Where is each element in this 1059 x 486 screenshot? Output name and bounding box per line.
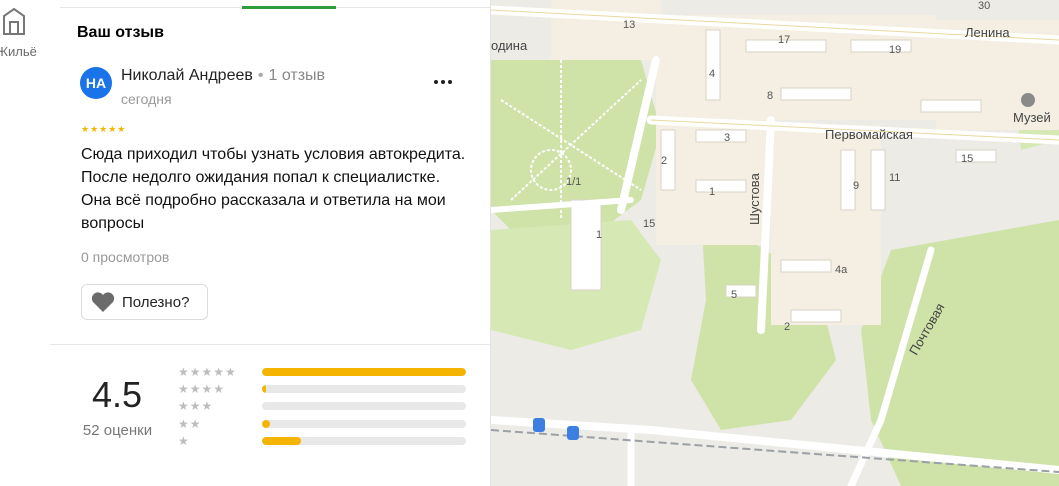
rating-row-1: ★ [178,434,466,448]
building-number: 15 [643,218,656,230]
building-number: 1 [709,186,716,198]
row-stars: ★★★★★ [178,365,237,379]
building [780,87,852,101]
street-label: Шустова [747,173,762,225]
dot-icon [434,80,438,84]
map-canvas[interactable] [491,0,1059,486]
street-label: Ленина [965,25,1010,40]
dot-icon [448,80,452,84]
rating-bar [262,368,466,376]
building [570,199,602,291]
active-tab-indicator [242,6,336,9]
building-number: 5 [731,289,738,301]
building-number: 4а [835,264,848,276]
building-number: 1 [596,229,603,241]
building-number: 19 [889,44,902,56]
rating-bar-fill [262,437,301,445]
rating-bar-fill [262,420,271,428]
review-author[interactable]: Николай Андреев • 1 отзыв [121,67,325,85]
useful-label: Полезно? [122,293,190,311]
building-number: 9 [853,180,860,192]
building [870,149,886,211]
row-stars: ★ [178,434,190,448]
more-options-button[interactable] [430,72,456,92]
section-title: Ваш отзыв [77,24,164,41]
building-number: 17 [778,34,791,46]
row-stars: ★★ [178,417,202,431]
view-count: 0 просмотров [81,249,170,265]
partial-street-label: одина [491,38,528,53]
rating-bar [262,437,466,445]
building [780,259,832,273]
city-block [771,125,881,325]
rating-row-3: ★★★ [178,399,466,413]
building-number: 4 [709,68,716,80]
city-block [551,0,661,60]
review-text: Сюда приходил чтобы узнать условия авток… [81,146,466,232]
building [920,99,982,113]
building-number: 3 [724,132,731,144]
poi-label[interactable]: Музей [1013,110,1051,125]
author-name[interactable]: Николай Андреев [121,67,253,84]
rating-bar-fill [262,368,466,376]
review-stars: ★★★★★ [81,124,127,134]
left-rail: Жильё [0,0,51,486]
row-stars: ★★★ [178,399,214,413]
building-number: 1/1 [566,176,582,188]
building-number: 8 [767,90,774,102]
museum-marker [1021,93,1035,107]
useful-button[interactable]: Полезно? [81,284,208,320]
rating-bar [262,402,466,410]
building [695,129,747,143]
rating-bar [262,420,466,428]
building [850,39,912,53]
heart-icon [91,292,115,312]
rating-row-4: ★★★★ [178,382,466,396]
rating-row-5: ★★★★★ [178,365,466,379]
building-number: 11 [889,172,901,184]
divider [50,344,490,345]
rating-bar-fill [262,385,267,393]
map-view[interactable]: Ленина Первомайская Шустова Почтовая Муз… [491,0,1059,486]
author-review-count: 1 отзыв [268,67,326,84]
separator-dot: • [257,67,264,84]
building [790,309,842,323]
rating-bar [262,385,466,393]
rail-label[interactable]: Жильё [0,44,37,59]
building-number: 30 [978,0,991,12]
review-date: сегодня [121,91,172,107]
building [695,179,747,193]
building-number: 15 [961,153,974,165]
park-area [861,220,1059,486]
street-label: Первомайская [825,127,913,142]
bus-stop-icon [533,418,545,432]
org-panel: Ваш отзыв НА Николай Андреев • 1 отзыв сег… [50,0,491,486]
avatar[interactable]: НА [80,67,112,99]
bus-stop-icon [567,426,579,440]
rating-count: 52 оценки [82,422,153,439]
building-number: 13 [623,19,636,31]
building [705,29,721,101]
building-icon[interactable] [2,6,26,36]
rating-score: 4.5 [91,374,143,415]
dot-icon [441,80,445,84]
rating-row-2: ★★ [178,417,466,431]
building-number: 2 [784,321,791,333]
row-stars: ★★★★ [178,382,226,396]
building-number: 2 [661,155,668,167]
